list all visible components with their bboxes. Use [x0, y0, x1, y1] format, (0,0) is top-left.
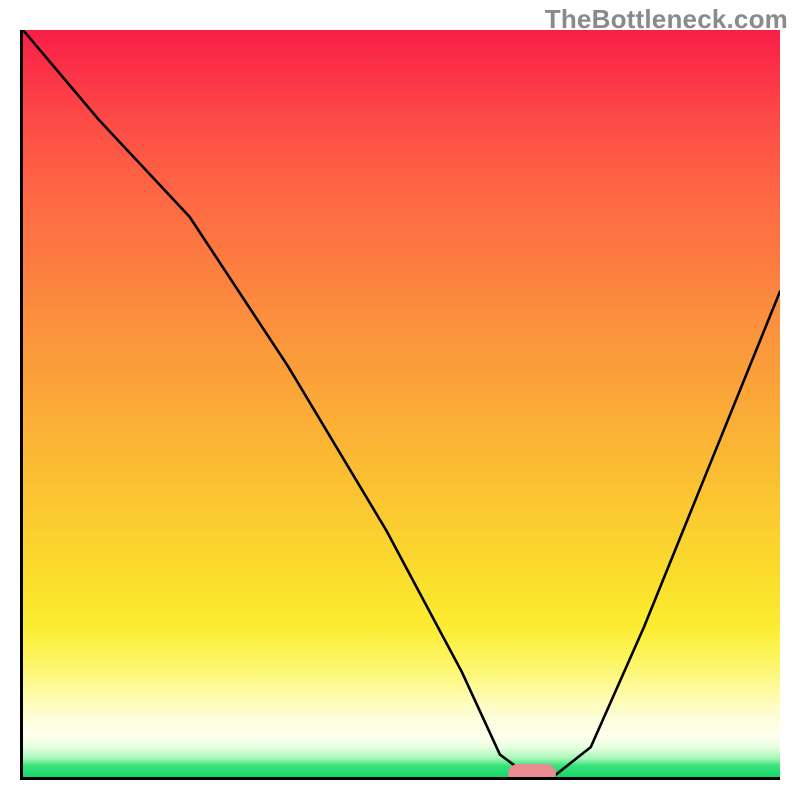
chart-frame: TheBottleneck.com	[0, 0, 800, 800]
bottleneck-curve	[23, 30, 780, 777]
plot-area	[20, 30, 780, 780]
optimum-marker	[508, 764, 556, 780]
curve-layer	[23, 30, 780, 777]
